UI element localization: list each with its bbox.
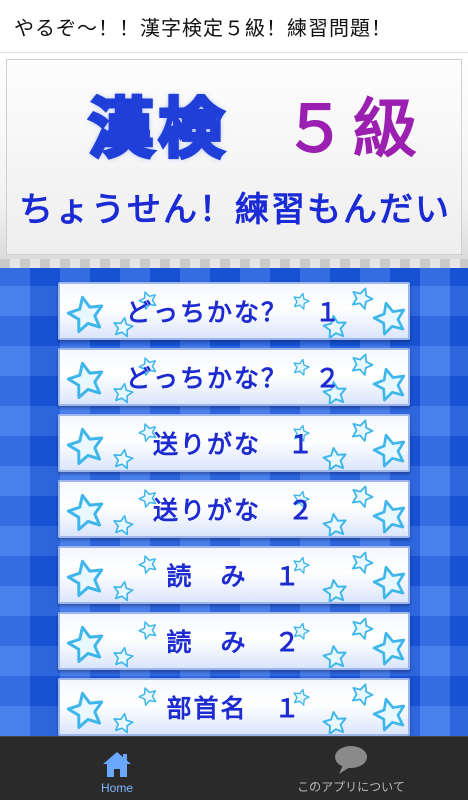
nav-home-label: Home	[100, 781, 133, 795]
app-title-bar: やるぞ～！！漢字検定５級！練習問題！	[0, 0, 468, 52]
menu-button-label: 部首名 １	[166, 694, 302, 723]
speech-bubble-icon	[335, 746, 367, 774]
menu-button-label: 読 み １	[166, 562, 302, 591]
house-icon	[103, 752, 131, 777]
nav-tab-home[interactable]: Home	[0, 737, 234, 800]
header-panel: 漢検 ５級 ちょうせん！練習もんだい	[6, 59, 462, 255]
menu-area: どっちかな？ １ どっちかな？ ２ 送りがな １ 送りがな ２ 読 み １ 読 …	[0, 268, 468, 736]
menu-button-label: 送りがな １	[152, 430, 315, 459]
header-title-kanken: 漢検	[87, 91, 229, 169]
menu-button-yomi-2[interactable]: 読 み ２	[58, 612, 410, 670]
menu-button-okurigana-1[interactable]: 送りがな １	[58, 414, 410, 472]
menu-button-label: どっちかな？ １	[125, 298, 342, 327]
menu-button-yomi-1[interactable]: 読 み １	[58, 546, 410, 604]
header-title-grade: ５級	[283, 93, 423, 167]
menu-button-dotchi-1[interactable]: どっちかな？ １	[58, 282, 410, 340]
header-subtitle: ちょうせん！練習もんだい	[19, 190, 451, 230]
menu-button-dotchi-2[interactable]: どっちかな？ ２	[58, 348, 410, 406]
menu-button-bushumei-1[interactable]: 部首名 １	[58, 678, 410, 736]
nav-tab-about[interactable]: このアプリについて	[234, 737, 468, 800]
bottom-nav: Home このアプリについて	[0, 736, 468, 800]
app-title: やるぞ～！！漢字検定５級！練習問題！	[14, 15, 392, 40]
header-banner: 漢検 ５級 ちょうせん！練習もんだい	[0, 52, 468, 269]
nav-about-label: このアプリについて	[297, 780, 405, 794]
menu-button-label: 送りがな ２	[152, 496, 315, 525]
menu-button-okurigana-2[interactable]: 送りがな ２	[58, 480, 410, 538]
menu-button-label: どっちかな？ ２	[125, 364, 342, 393]
menu-button-label: 読 み ２	[166, 628, 302, 657]
